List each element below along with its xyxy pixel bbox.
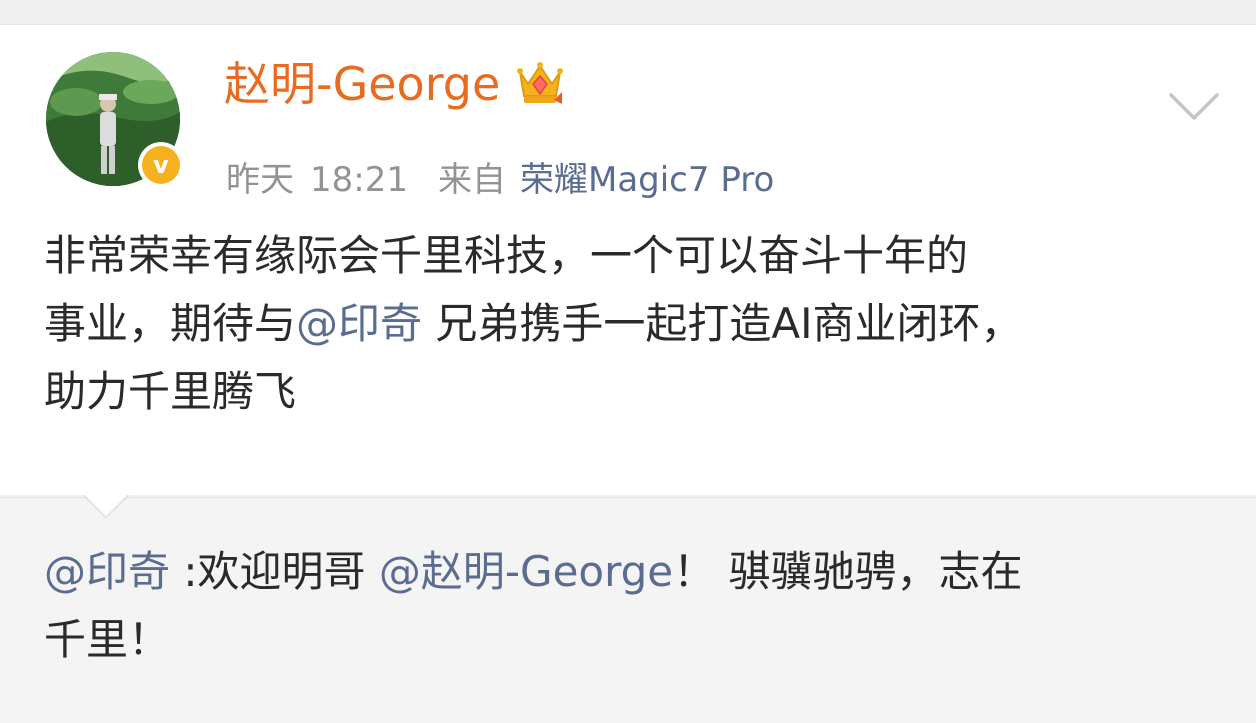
repost-body-text: ！ 骐骥驰骋，志在 <box>673 547 1023 596</box>
post-meta: 昨天 18:21 来自 荣耀Magic7 Pro <box>226 150 774 210</box>
post-body-line: 助力千里腾飞 <box>44 367 297 416</box>
chevron-down-icon[interactable] <box>1168 92 1220 122</box>
timestamp-time: 18:21 <box>310 160 408 200</box>
verified-badge-icon: v <box>138 142 184 188</box>
post-body-text: 事业，期待与 <box>44 299 297 348</box>
post-body-line: 非常荣幸有缘际会千里科技，一个可以奋斗十年的 <box>44 231 969 280</box>
post-body-text: 兄弟携手一起打造AI商业闭环， <box>422 299 1023 348</box>
repost-mention-link[interactable]: @赵明-George <box>379 547 673 596</box>
source-prefix: 来自 <box>437 160 506 200</box>
author-name[interactable]: 赵明-George <box>224 52 500 116</box>
repost-caret <box>84 494 128 516</box>
mention-link[interactable]: @印奇 <box>296 299 422 348</box>
verified-badge-letter: v <box>142 146 180 184</box>
author-row: 赵明-George <box>224 52 566 116</box>
repost-author-link[interactable]: @印奇 <box>44 547 170 596</box>
repost-body-text: :欢迎明哥 <box>170 547 379 596</box>
repost-line: @印奇 :欢迎明哥 @赵明-George！ 骐骥驰骋，志在 <box>44 538 1224 606</box>
crown-icon[interactable] <box>514 58 566 110</box>
top-divider-strip <box>0 0 1256 25</box>
post-body-line: 事业，期待与@印奇 兄弟携手一起打造AI商业闭环， <box>44 290 1224 358</box>
post-body: 非常荣幸有缘际会千里科技，一个可以奋斗十年的 事业，期待与@印奇 兄弟携手一起打… <box>44 222 1224 426</box>
repost-line: 千里！ <box>44 615 171 664</box>
source-device-link[interactable]: 荣耀Magic7 Pro <box>520 160 774 200</box>
repost-text: @印奇 :欢迎明哥 @赵明-George！ 骐骥驰骋，志在 千里！ <box>44 538 1224 674</box>
timestamp-day: 昨天 <box>226 160 294 200</box>
